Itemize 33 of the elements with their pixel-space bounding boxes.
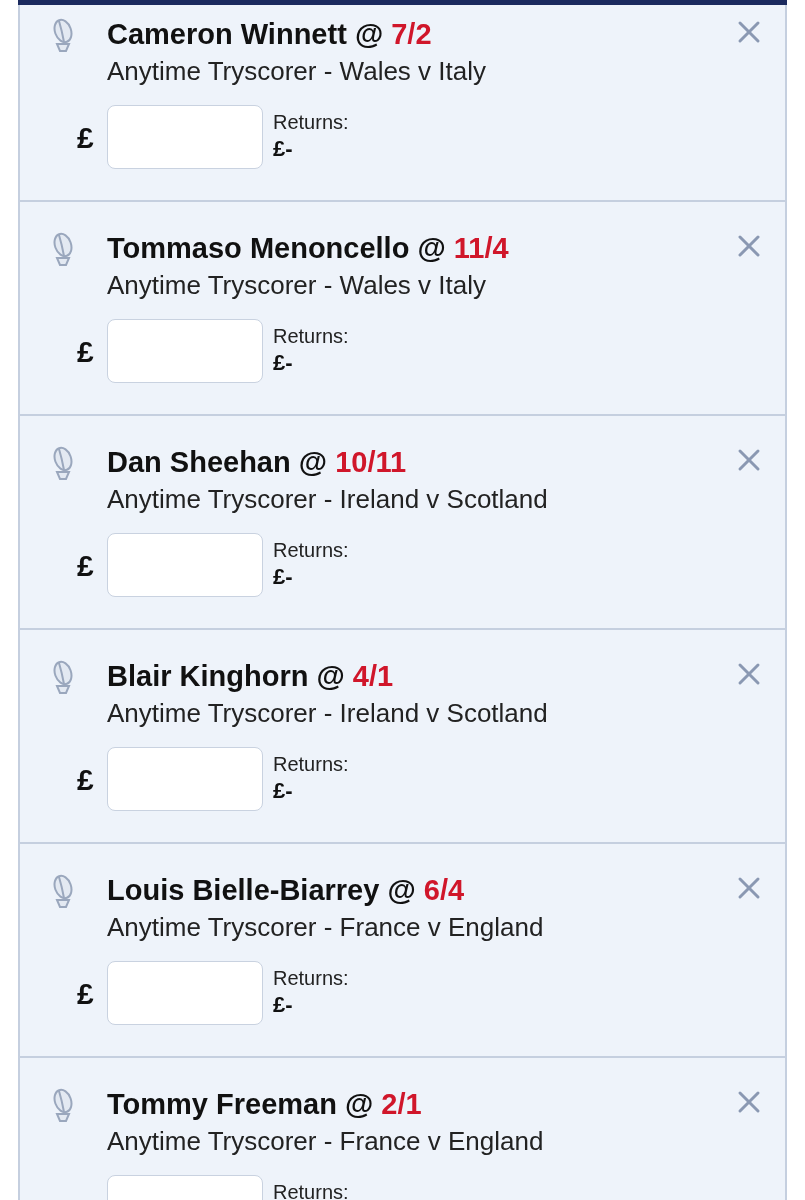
market-label: Anytime Tryscorer - France v England: [107, 911, 544, 944]
currency-symbol: £: [77, 547, 94, 584]
currency-symbol: £: [77, 333, 94, 370]
stake-input[interactable]: [107, 319, 263, 383]
selection-title: Tommy Freeman @ 2/1: [107, 1087, 422, 1122]
returns-label: Returns:: [273, 1180, 349, 1200]
stake-input[interactable]: [107, 533, 263, 597]
returns-value: £-: [273, 563, 294, 591]
currency-symbol: £: [77, 975, 94, 1012]
returns-label: Returns:: [273, 324, 349, 349]
stake-input[interactable]: [107, 105, 263, 169]
returns-value: £-: [273, 135, 294, 163]
market-label: Anytime Tryscorer - Ireland v Scotland: [107, 697, 548, 730]
selection-title: Tommaso Menoncello @ 11/4: [107, 231, 509, 266]
selection-title: Blair Kinghorn @ 4/1: [107, 659, 394, 694]
selection-title: Cameron Winnett @ 7/2: [107, 17, 432, 52]
market-label: Anytime Tryscorer - France v England: [107, 1125, 544, 1158]
returns-value: £-: [273, 349, 294, 377]
returns-label: Returns:: [273, 538, 349, 563]
returns-label: Returns:: [273, 752, 349, 777]
selection-title: Louis Bielle-Biarrey @ 6/4: [107, 873, 465, 908]
selection-title: Dan Sheehan @ 10/11: [107, 445, 407, 480]
returns-value: £-: [273, 991, 294, 1019]
currency-symbol: £: [77, 119, 94, 156]
currency-symbol: £: [77, 761, 94, 798]
stake-input[interactable]: [107, 961, 263, 1025]
returns-label: Returns:: [273, 966, 349, 991]
market-label: Anytime Tryscorer - Ireland v Scotland: [107, 483, 548, 516]
market-label: Anytime Tryscorer - Wales v Italy: [107, 269, 486, 302]
returns-value: £-: [273, 777, 294, 805]
stake-input[interactable]: [107, 747, 263, 811]
market-label: Anytime Tryscorer - Wales v Italy: [107, 55, 486, 88]
returns-label: Returns:: [273, 110, 349, 135]
